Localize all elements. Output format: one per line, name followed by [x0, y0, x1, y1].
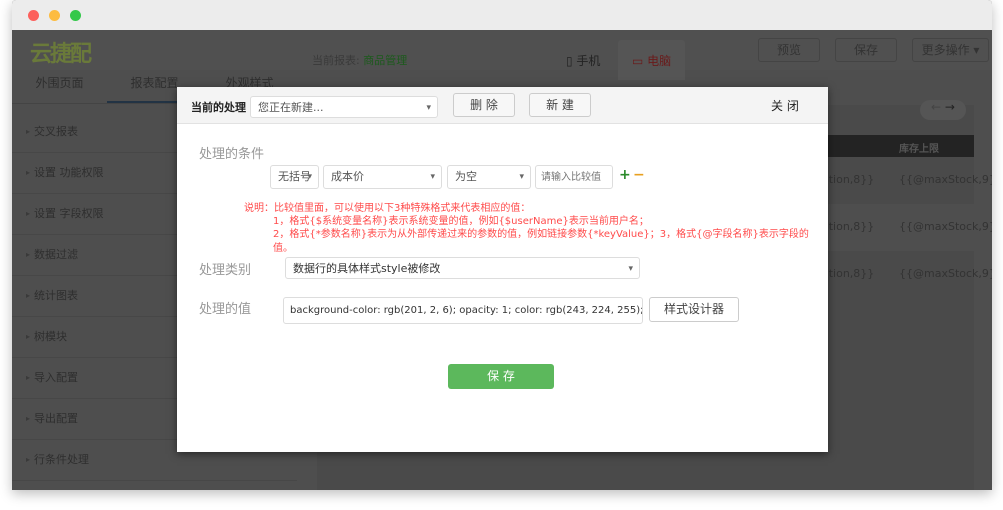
current-report-name: 商品管理 — [363, 54, 408, 67]
field-select[interactable]: 成本价 — [323, 165, 442, 189]
save-report-button[interactable]: 保存 — [835, 38, 897, 62]
tab-mobile[interactable]: ▯ 手机 — [552, 40, 614, 80]
delete-button[interactable]: 删 除 — [453, 93, 515, 117]
save-button[interactable]: 保 存 — [448, 364, 554, 389]
new-button[interactable]: 新 建 — [529, 93, 591, 117]
add-condition-icon[interactable]: + — [619, 167, 631, 183]
type-select[interactable]: 数据行的具体样式style被修改 — [285, 257, 640, 280]
title-bar — [12, 0, 992, 30]
current-report: 当前报表: 商品管理 — [312, 52, 407, 68]
current-handler-select[interactable]: 您正在新建... — [250, 96, 438, 119]
note-line: 1，格式{$系统变量名称}表示系统变量的值，例如{$userName}表示当前用… — [273, 216, 649, 227]
cell: {{@maxStock,9}} — [899, 220, 992, 233]
sidebar-tab-outer-pages[interactable]: 外围页面 — [12, 70, 107, 103]
cell: ation,8}} — [822, 173, 875, 186]
tab-desktop-label: 电脑 — [647, 54, 672, 68]
note-line: 2，格式{*参数名称}表示为从外部传递过来的参数的值，例如链接参数{*keyVa… — [273, 229, 809, 254]
style-designer-button[interactable]: 样式设计器 — [649, 297, 739, 322]
more-actions-label: 更多操作 — [921, 43, 970, 57]
column-header-max-stock: 库存上限 — [899, 144, 939, 155]
remove-condition-icon[interactable]: − — [633, 167, 645, 183]
row-condition-dialog: 当前的处理 您正在新建... 删 除 新 建 关 闭 处理的条件 无括号 成本价… — [177, 87, 828, 452]
preview-button[interactable]: 预览 — [758, 38, 820, 62]
tab-desktop[interactable]: ▭ 电脑 — [618, 40, 686, 80]
close-window-button[interactable] — [28, 10, 39, 21]
close-button[interactable]: 关 闭 — [771, 97, 799, 114]
note-line: 说明：比较值里面，可以使用以下3种特殊格式来代表相应的值： — [244, 203, 531, 214]
cell: ation,8}} — [822, 220, 875, 233]
bracket-select[interactable]: 无括号 — [270, 165, 319, 189]
current-handler-label: 当前的处理 — [191, 101, 246, 114]
type-label: 处理类别 — [199, 263, 252, 278]
pager: ← → — [920, 100, 966, 120]
logo: 云捷配 — [30, 42, 92, 67]
minimize-window-button[interactable] — [49, 10, 60, 21]
cell: {{@maxStock,9}} — [899, 267, 992, 280]
maximize-window-button[interactable] — [70, 10, 81, 21]
condition-label: 处理的条件 — [199, 147, 265, 162]
cell: {{@maxStock,9}} — [899, 173, 992, 186]
top-bar: 云捷配 当前报表: 商品管理 ▯ 手机 ▭ 电脑 预览 保存 更多操作 ▾ — [12, 30, 992, 80]
cell: ation,8}} — [822, 267, 875, 280]
style-value-input[interactable]: background-color: rgb(201, 2, 6); opacit… — [283, 297, 643, 324]
prev-arrow-icon[interactable]: ← — [931, 100, 941, 114]
current-report-label: 当前报表: — [312, 54, 360, 67]
more-actions-button[interactable]: 更多操作 ▾ — [912, 38, 989, 62]
operator-select[interactable]: 为空 — [447, 165, 531, 189]
dialog-header: 当前的处理 您正在新建... 删 除 新 建 关 闭 — [177, 87, 828, 124]
compare-value-input[interactable] — [535, 165, 613, 189]
next-arrow-icon[interactable]: → — [945, 100, 955, 114]
value-label: 处理的值 — [199, 302, 252, 317]
tab-mobile-label: 手机 — [576, 54, 601, 68]
